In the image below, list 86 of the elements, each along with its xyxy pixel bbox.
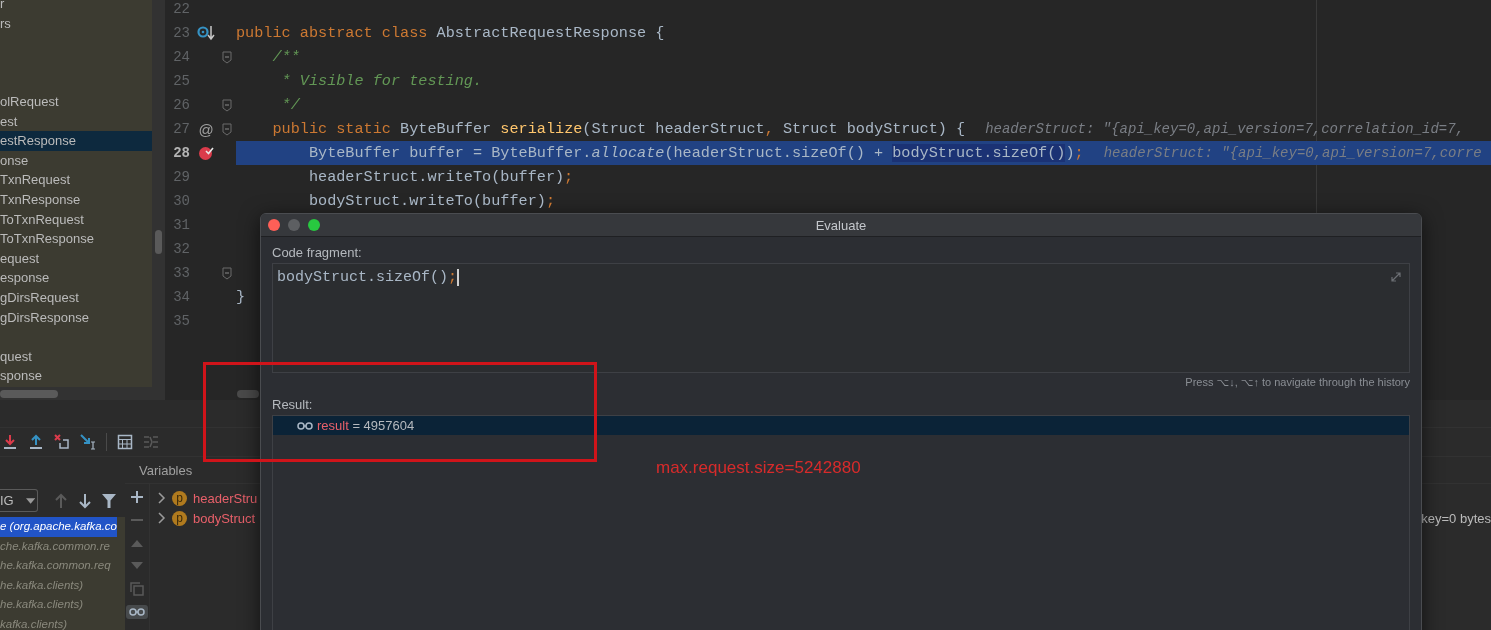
code-line: public abstract class AbstractRequestResponse { [236, 23, 666, 44]
stack-frame[interactable]: kafka.clients) [0, 614, 68, 630]
caret-icon [25, 497, 35, 504]
stack-frame[interactable]: che.kafka.common.re [0, 536, 110, 556]
line-number: 31 [172, 217, 190, 233]
close-button[interactable] [268, 219, 280, 231]
line-number: 28 [172, 145, 190, 161]
stack-frame[interactable]: he.kafka.clients) [0, 595, 84, 615]
parameter-icon: p [172, 510, 187, 526]
variable-value: key=0 bytes [1421, 510, 1491, 526]
result-label: Result: [272, 397, 313, 412]
tree-item[interactable]: equest [0, 248, 152, 269]
tree-item[interactable]: est [0, 111, 152, 132]
line-number: 25 [172, 73, 190, 89]
tree-item[interactable]: gDirsRequest [0, 287, 152, 308]
glasses-icon [297, 420, 313, 431]
line-number: 32 [172, 241, 190, 257]
tree-item[interactable]: olRequest [0, 91, 152, 112]
line-number: 24 [172, 49, 190, 65]
step-into-icon[interactable] [2, 434, 18, 450]
chevron-icon[interactable] [158, 492, 166, 504]
copy-icon[interactable] [130, 582, 144, 596]
up-arrow-icon[interactable] [54, 492, 68, 509]
dialog-title: Evaluate [814, 217, 868, 233]
annotation-icon: @ [198, 120, 214, 138]
stack-frame[interactable]: he.kafka.common.req [0, 556, 111, 576]
implements-icon [197, 24, 215, 42]
line-number: 33 [172, 265, 190, 281]
chevron-icon[interactable] [158, 512, 166, 524]
tree-item[interactable]: TxnRequest [0, 170, 152, 190]
minimize-button[interactable] [288, 219, 300, 231]
breakpoint-icon [198, 145, 214, 161]
tree-item[interactable]: esponse [0, 268, 152, 288]
code-line: */ [280, 95, 301, 116]
plus-icon[interactable] [130, 490, 144, 504]
tree-item[interactable]: r [0, 0, 152, 14]
parameter-icon: p [172, 490, 187, 506]
fold-icon[interactable] [222, 122, 232, 136]
down-arrow-icon[interactable] [78, 492, 92, 509]
field-label: Code fragment: [272, 244, 363, 262]
scrollbar-thumb[interactable] [237, 389, 259, 398]
thread-dropdown[interactable]: IG [0, 489, 38, 512]
line-number: 34 [172, 289, 190, 305]
tree-item[interactable]: TxnResponse [0, 189, 152, 210]
tree-item[interactable]: estResponse [0, 131, 152, 151]
variable-name: headerStru [193, 490, 258, 506]
line-number: 29 [172, 169, 190, 185]
annotation-note: max.request.size=5242880 [656, 458, 861, 478]
glasses-icon[interactable] [129, 607, 145, 617]
line-number: 22 [172, 1, 190, 17]
tree-item[interactable]: rs [0, 13, 152, 34]
line-number: 23 [172, 25, 190, 41]
run-to-cursor-icon[interactable] [80, 434, 96, 450]
code-line: } [236, 287, 247, 308]
line-number: 30 [172, 193, 190, 209]
tree-item[interactable]: quest [0, 346, 152, 367]
stack-frame[interactable]: e (org.apache.kafka.co [0, 517, 117, 537]
line-number: 35 [172, 313, 190, 329]
fold-icon[interactable] [222, 98, 232, 112]
fold-icon[interactable] [222, 266, 232, 280]
code-line: bodyStruct.writeTo(buffer); [307, 191, 556, 212]
scrollbar-thumb[interactable] [0, 389, 58, 398]
tree-item[interactable]: onse [0, 150, 152, 171]
table-icon[interactable] [117, 434, 133, 450]
line-number: 27 [172, 121, 190, 137]
code-line: public static ByteBuffer serialize(Struct headerStruct, Struct bodyStruct) { headerStruct: "{api_key=0,api_version=7,correlation_id=7, [271, 119, 1466, 140]
tree-item[interactable]: ToTxnResponse [0, 229, 152, 249]
tree-item[interactable]: sponse [0, 366, 152, 386]
scrollbar-thumb[interactable] [155, 230, 162, 254]
code-line: /** [271, 47, 301, 68]
stack-frame[interactable]: he.kafka.clients) [0, 575, 84, 595]
filter-icon[interactable] [102, 493, 116, 508]
tree-item[interactable]: gDirsResponse [0, 307, 152, 328]
variable-name: bodyStruct [193, 510, 256, 526]
zoom-button[interactable] [308, 219, 320, 231]
trace-icon[interactable] [143, 434, 159, 450]
fold-icon[interactable] [222, 50, 232, 64]
result-row[interactable]: result = 4957604 [273, 416, 1409, 435]
line-number: 26 [172, 97, 190, 113]
expand-icon[interactable] [1391, 272, 1401, 282]
drop-frame-icon[interactable] [54, 434, 70, 450]
code-line: headerStruct.writeTo(buffer); [307, 167, 575, 188]
step-out-icon[interactable] [28, 434, 44, 450]
code-line: * Visible for testing. [280, 71, 484, 92]
history-hint: Press ⌥↓, ⌥↑ to navigate through the history [1184, 375, 1410, 390]
tree-item[interactable]: ToTxnRequest [0, 209, 152, 230]
